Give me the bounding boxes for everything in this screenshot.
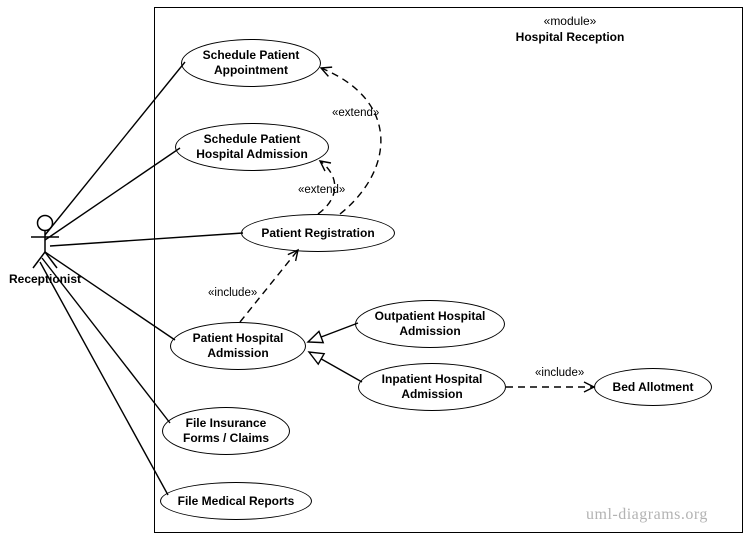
label-include-2: «include» bbox=[535, 367, 584, 379]
diagram-canvas: «module» Hospital Reception Receptionist… bbox=[0, 0, 750, 542]
usecase-inpatient-admission: Inpatient Hospital Admission bbox=[358, 363, 506, 411]
usecase-patient-registration: Patient Registration bbox=[241, 214, 395, 252]
label-include-1: «include» bbox=[208, 287, 257, 299]
usecase-outpatient-admission: Outpatient Hospital Admission bbox=[355, 300, 505, 348]
watermark: uml-diagrams.org bbox=[586, 506, 708, 524]
usecase-bed-allotment: Bed Allotment bbox=[594, 368, 712, 406]
usecase-file-medical-reports: File Medical Reports bbox=[160, 482, 312, 520]
label-extend-1: «extend» bbox=[332, 107, 379, 119]
actor-icon bbox=[27, 214, 63, 270]
assoc-actor-file-medical-reports bbox=[40, 262, 168, 495]
module-label: «module» Hospital Reception bbox=[470, 13, 670, 45]
usecase-schedule-appointment: Schedule Patient Appointment bbox=[181, 39, 321, 87]
actor-receptionist: Receptionist bbox=[5, 214, 85, 286]
module-stereotype: «module» bbox=[470, 13, 670, 29]
module-name: Hospital Reception bbox=[470, 29, 670, 45]
usecase-schedule-admission: Schedule Patient Hospital Admission bbox=[175, 123, 329, 171]
actor-label: Receptionist bbox=[5, 272, 85, 286]
usecase-patient-hospital-admission: Patient Hospital Admission bbox=[170, 322, 306, 370]
usecase-file-insurance: File Insurance Forms / Claims bbox=[162, 407, 290, 455]
label-extend-2: «extend» bbox=[298, 184, 345, 196]
